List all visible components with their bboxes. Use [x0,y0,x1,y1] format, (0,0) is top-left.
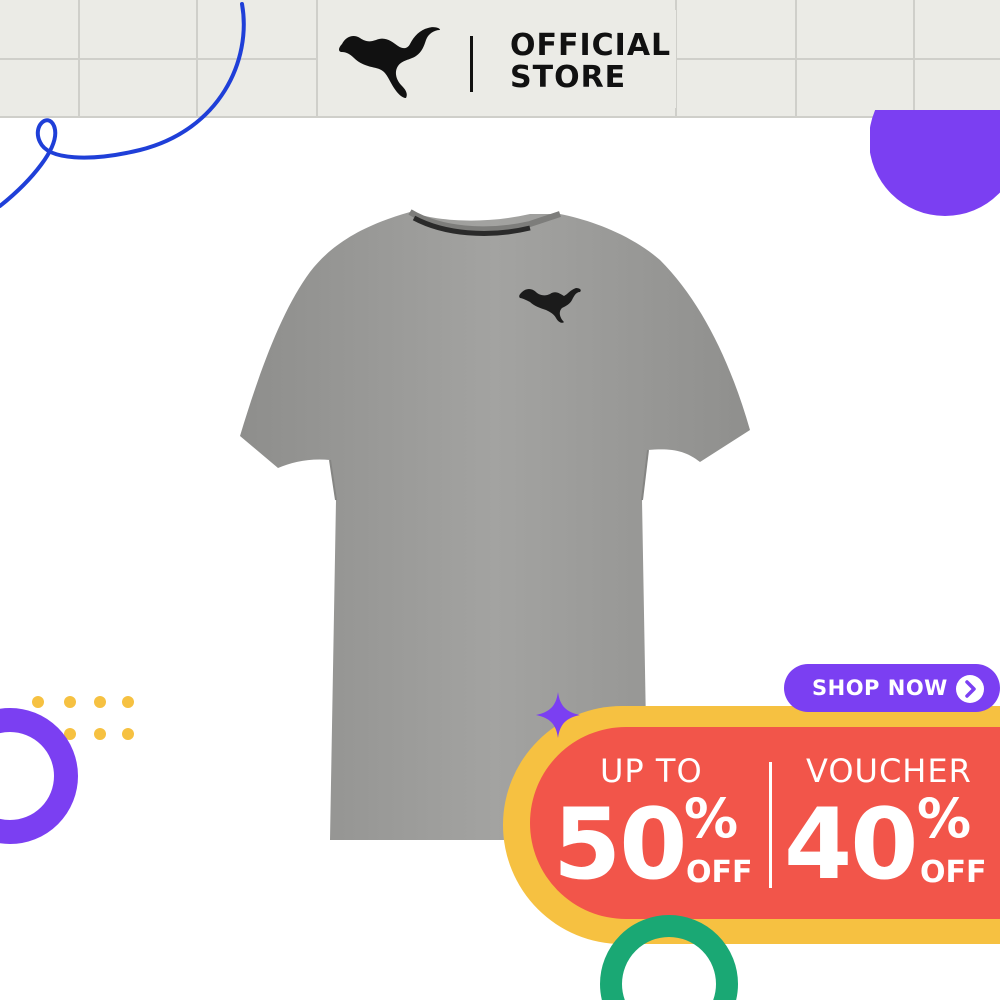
discount-value: 50 [553,788,687,902]
voucher-value: 40 [784,788,918,902]
official-store-label: OFFICIAL STORE [510,30,671,94]
discount-off: OFF [686,855,753,890]
purple-ring-decoration [0,708,78,844]
sparkle-icon [536,692,580,738]
promo-banner: OFFICIAL STORE SHOP NOW UP TO 50 % OFF V… [0,0,1000,1000]
store-label-line2: STORE [510,60,627,95]
discount-caption: UP TO [600,752,703,790]
voucher-caption: VOUCHER [806,752,972,790]
chevron-right-icon[interactable] [955,674,985,704]
purple-circle-decoration [870,110,1000,216]
shop-now-label: SHOP NOW [812,676,948,700]
store-label-line1: OFFICIAL [510,28,672,63]
puma-cat-logo-icon [339,27,440,99]
discount-percent: % [684,787,739,850]
voucher-off: OFF [920,855,987,890]
promo-divider [769,762,772,888]
voucher-percent: % [917,787,972,850]
blue-squiggle-decoration [0,2,246,208]
green-ring-decoration [600,915,738,1000]
logo-separator [470,36,473,92]
